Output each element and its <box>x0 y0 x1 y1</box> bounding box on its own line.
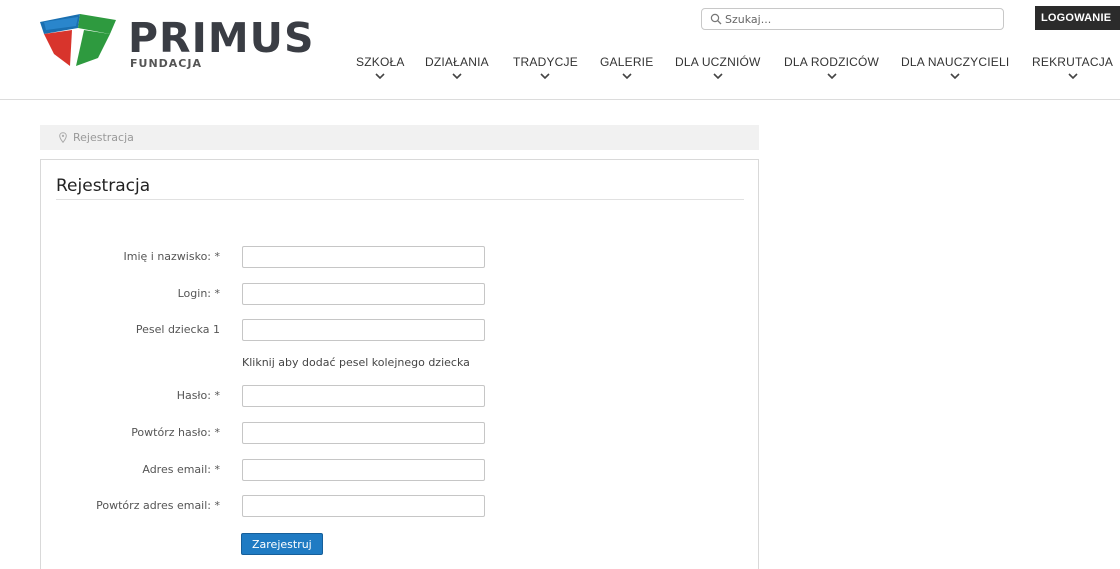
login-field[interactable] <box>242 283 485 305</box>
chevron-down-icon <box>452 73 462 79</box>
nav-item-szkola[interactable]: SZKOŁA <box>356 55 405 79</box>
password-label: Hasło: * <box>176 389 220 402</box>
login-button[interactable]: LOGOWANIE <box>1035 6 1120 30</box>
nav-item-tradycje[interactable]: TRADYCJE <box>513 55 578 79</box>
login-label: Login: * <box>177 287 220 300</box>
nav-item-label: TRADYCJE <box>513 55 578 69</box>
nav-item-galerie[interactable]: GALERIE <box>600 55 653 79</box>
nav-item-label: DLA RODZICÓW <box>784 55 880 69</box>
breadcrumb: Rejestracja <box>40 125 759 150</box>
password-repeat-field[interactable] <box>242 422 485 444</box>
nav-item-dla-uczniow[interactable]: DLA UCZNIÓW <box>675 55 761 79</box>
breadcrumb-current[interactable]: Rejestracja <box>73 131 134 144</box>
chevron-down-icon <box>375 73 385 79</box>
password-field[interactable] <box>242 385 485 407</box>
header-divider <box>0 99 1120 100</box>
panel-divider <box>56 199 744 200</box>
nav-item-label: GALERIE <box>600 55 654 69</box>
location-pin-icon <box>59 132 67 143</box>
pesel-field[interactable] <box>242 319 485 341</box>
panel-title: Rejestracja <box>56 176 151 196</box>
nav-item-label: DLA UCZNIÓW <box>675 55 761 69</box>
fullname-field[interactable] <box>242 246 485 268</box>
chevron-down-icon <box>826 73 837 79</box>
email-label: Adres email: * <box>142 463 220 476</box>
nav-item-label: REKRUTACJA <box>1032 55 1114 69</box>
main-nav: SZKOŁA DZIAŁANIA TRADYCJE GALERIE DLA UC… <box>0 55 1120 95</box>
chevron-down-icon <box>713 73 723 79</box>
search-icon <box>710 13 722 25</box>
nav-item-rekrutacja[interactable]: REKRUTACJA <box>1032 55 1113 79</box>
password-repeat-label: Powtórz hasło: * <box>131 426 220 439</box>
register-button[interactable]: Zarejestruj <box>241 533 323 555</box>
search-box[interactable] <box>701 8 1004 30</box>
pesel-label: Pesel dziecka 1 <box>135 323 220 336</box>
fullname-label: Imię i nazwisko: * <box>123 250 220 263</box>
brand-name: PRIMUS <box>128 14 315 62</box>
email-repeat-label: Powtórz adres email: * <box>96 499 220 512</box>
search-input[interactable] <box>725 12 985 26</box>
chevron-down-icon <box>622 73 632 79</box>
nav-item-dla-nauczycieli[interactable]: DLA NAUCZYCIELI <box>901 55 1009 79</box>
email-repeat-field[interactable] <box>242 495 485 517</box>
add-pesel-link[interactable]: Kliknij aby dodać pesel kolejnego dzieck… <box>242 356 470 369</box>
nav-item-label: DZIAŁANIA <box>425 55 489 69</box>
chevron-down-icon <box>540 73 551 79</box>
chevron-down-icon <box>1067 73 1078 79</box>
nav-item-label: DLA NAUCZYCIELI <box>901 55 1010 69</box>
nav-item-dzialania[interactable]: DZIAŁANIA <box>425 55 489 79</box>
nav-item-dla-rodzicow[interactable]: DLA RODZICÓW <box>784 55 879 79</box>
email-field[interactable] <box>242 459 485 481</box>
nav-item-label: SZKOŁA <box>356 55 405 69</box>
chevron-down-icon <box>950 73 960 79</box>
